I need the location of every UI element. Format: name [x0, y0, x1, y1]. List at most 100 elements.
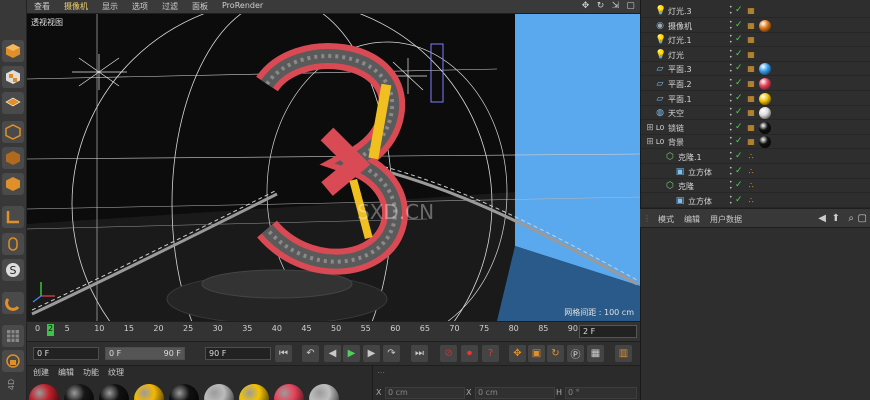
lock-icon[interactable]	[2, 350, 24, 372]
material-swatch[interactable]	[64, 384, 94, 400]
rotation-h-field[interactable]: 0 °	[565, 387, 637, 399]
object-row[interactable]: 💡 灯光.1 • • ✓ ▦	[641, 33, 870, 48]
enabled-check-icon[interactable]: ✓	[735, 180, 743, 190]
material-menu-item[interactable]: 编辑	[58, 367, 74, 378]
viewport-menu-item[interactable]: 摄像机	[57, 1, 95, 12]
object-row[interactable]: ◉ 摄像机 • • ✓ ▦	[641, 19, 870, 33]
tag-icon[interactable]: ▦	[746, 21, 756, 31]
polygons-tool-icon[interactable]	[2, 173, 24, 195]
tag-icon[interactable]: ∴	[746, 152, 756, 162]
material-menu-item[interactable]: 创建	[33, 367, 49, 378]
material-swatch[interactable]	[204, 384, 234, 400]
object-name[interactable]: 锁链	[668, 123, 684, 134]
object-name[interactable]: 灯光	[668, 50, 684, 61]
object-row[interactable]: ⊞ L0 锁链 • • ✓ ▦	[641, 121, 870, 135]
tag-icon[interactable]: ▦	[746, 6, 756, 16]
material-tag[interactable]	[759, 92, 771, 105]
tag-icon[interactable]: ▦	[746, 123, 756, 133]
magnet-tool-icon[interactable]	[2, 292, 24, 314]
snap-tool-icon[interactable]: S	[2, 259, 24, 281]
preview-range-slider[interactable]: 0 F 90 F	[105, 347, 185, 360]
enabled-check-icon[interactable]: ✓	[735, 166, 743, 176]
material-swatch[interactable]	[274, 384, 304, 400]
end-frame-field[interactable]: 90 F	[205, 347, 271, 360]
goto-end-icon[interactable]: ⏭	[411, 345, 428, 362]
object-name[interactable]: 平面.2	[668, 79, 692, 90]
object-row[interactable]: ⬡ 克隆 • • ✓ ∴	[641, 179, 870, 194]
object-row[interactable]: ▱ 平面.1 • • ✓ ▦	[641, 92, 870, 106]
enabled-check-icon[interactable]: ✓	[735, 107, 743, 117]
object-name[interactable]: 克隆	[678, 181, 694, 192]
tag-icon[interactable]: ▦	[746, 64, 756, 74]
object-row[interactable]: ▱ 平面.2 • • ✓ ▦	[641, 77, 870, 91]
material-tag[interactable]	[759, 136, 771, 149]
object-name[interactable]: 天空	[668, 108, 684, 119]
object-name[interactable]: 摄像机	[668, 21, 692, 32]
next-key-icon[interactable]: ↷	[383, 345, 400, 362]
material-swatch[interactable]	[169, 384, 199, 400]
material-swatch[interactable]	[134, 384, 164, 400]
next-frame-icon[interactable]: ▶	[363, 345, 380, 362]
object-name[interactable]: 立方体	[688, 167, 712, 178]
rotate-view-icon[interactable]: ↻	[595, 1, 606, 12]
timeline-window-icon[interactable]: ▥	[615, 345, 632, 362]
tag-icon[interactable]: ▦	[746, 94, 756, 104]
enabled-check-icon[interactable]: ✓	[735, 34, 743, 44]
object-name[interactable]: 平面.1	[668, 94, 692, 105]
enabled-check-icon[interactable]: ✓	[735, 151, 743, 161]
enabled-check-icon[interactable]: ✓	[735, 136, 743, 146]
object-row[interactable]: ⬡ 克隆.1 • • ✓ ∴	[641, 150, 870, 164]
material-swatch[interactable]	[99, 384, 129, 400]
viewport-menu-item[interactable]: 过滤	[155, 1, 185, 12]
object-row[interactable]: ◍ 天空 • • ✓ ▦	[641, 106, 870, 121]
object-name[interactable]: 灯光.3	[668, 6, 692, 17]
edges-tool-icon[interactable]	[2, 147, 24, 169]
back-arrow-icon[interactable]: ◀	[818, 213, 826, 224]
position-x-field[interactable]: 0 cm	[385, 387, 465, 399]
enabled-check-icon[interactable]: ✓	[735, 20, 743, 30]
object-row[interactable]: ⊞ L0 背景 • • ✓ ▦	[641, 135, 870, 150]
mouse-tool-icon[interactable]	[2, 233, 24, 255]
viewport-menu-item[interactable]: ProRender	[215, 1, 270, 12]
prev-frame-icon[interactable]: ◀	[324, 345, 341, 362]
attributes-menu-item[interactable]: 编辑	[684, 214, 700, 225]
material-tag[interactable]	[759, 121, 771, 134]
object-row[interactable]: 💡 灯光 • • ✓ ▦	[641, 48, 870, 62]
cube-tool-icon[interactable]	[2, 40, 24, 62]
rotate-key-icon[interactable]: ↻	[547, 345, 564, 362]
material-swatch[interactable]	[239, 384, 269, 400]
enabled-check-icon[interactable]: ✓	[735, 49, 743, 59]
lock-panel-icon[interactable]: ▢	[858, 213, 867, 224]
start-frame-field[interactable]: 0 F	[33, 347, 99, 360]
prev-key-icon[interactable]: ↶	[302, 345, 319, 362]
record-disabled-icon[interactable]: ⊘	[440, 345, 457, 362]
material-tag[interactable]	[759, 78, 771, 90]
search-icon[interactable]: ⌕	[848, 213, 854, 224]
timeline-ruler[interactable]: 0 5 10 15 20 25 30 35 40 45 50 55 60 65 70 75 80 85 90 2 2…	[27, 321, 640, 341]
viewport-menu-item[interactable]: 面板	[185, 1, 215, 12]
tag-icon[interactable]: ▦	[746, 108, 756, 118]
perspective-viewport[interactable]: SXD.CN 透视视图 网格间距 : 100 cm	[27, 14, 640, 321]
expand-icon[interactable]: ⊞	[645, 123, 655, 133]
enabled-check-icon[interactable]: ✓	[735, 5, 743, 15]
material-menu-item[interactable]: 功能	[83, 367, 99, 378]
move-view-icon[interactable]: ✥	[580, 1, 591, 12]
autokey-icon[interactable]: ?	[482, 345, 499, 362]
viewport-menu-item[interactable]: 显示	[95, 1, 125, 12]
material-tag[interactable]	[759, 63, 771, 76]
viewport-menu-item[interactable]: 选项	[125, 1, 155, 12]
tag-icon[interactable]: ▦	[746, 50, 756, 60]
material-tag[interactable]	[759, 19, 771, 32]
scale-key-icon[interactable]: ▣	[528, 345, 545, 362]
material-swatch[interactable]	[309, 384, 339, 400]
viewport-menu-item[interactable]: 查看	[27, 1, 57, 12]
record-keys-icon[interactable]: ⏺	[461, 345, 478, 362]
attributes-menu-item[interactable]: 模式	[658, 214, 674, 225]
object-row[interactable]: 💡 灯光.3 • • ✓ ▦	[641, 4, 870, 18]
tag-icon[interactable]: ▦	[746, 137, 756, 147]
expand-icon[interactable]: ⊞	[645, 137, 655, 147]
tag-icon[interactable]: ∴	[746, 167, 756, 177]
object-name[interactable]: 背景	[668, 137, 684, 148]
play-icon[interactable]: ▶	[343, 345, 360, 362]
enabled-check-icon[interactable]: ✓	[735, 78, 743, 88]
